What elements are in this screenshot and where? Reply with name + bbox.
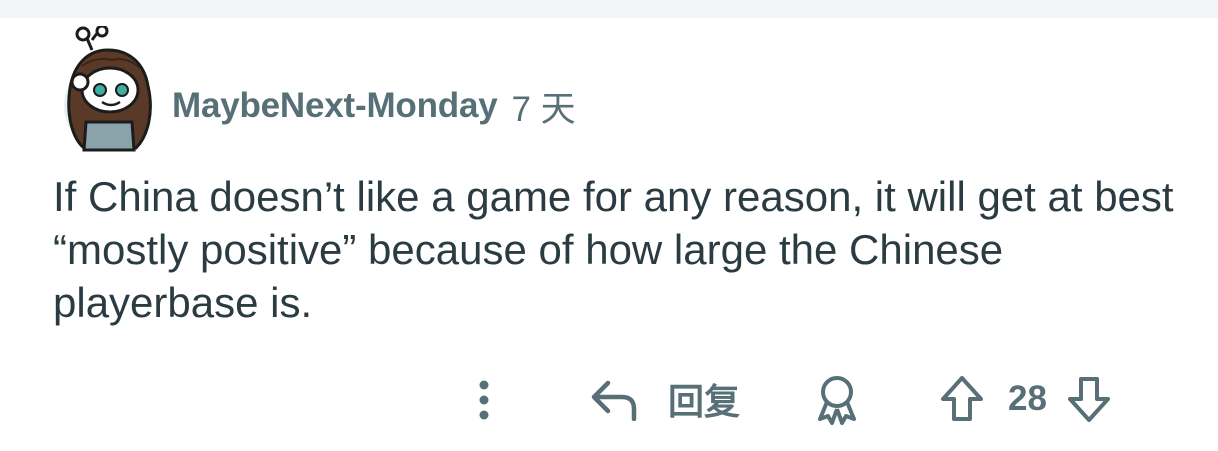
more-vertical-icon — [479, 380, 489, 420]
top-divider-strip — [0, 0, 1218, 18]
award-icon — [818, 376, 856, 425]
comment-card: MaybeNext-Monday 7 天 If China doesn’t li… — [0, 18, 1218, 451]
reply-button[interactable]: 回复 — [588, 372, 740, 426]
more-options-button[interactable] — [466, 376, 502, 424]
award-button[interactable] — [808, 372, 866, 426]
comment-action-bar: 回复 28 — [0, 368, 1218, 428]
downvote-arrow-icon[interactable] — [1065, 373, 1113, 425]
snoo-avatar-icon — [64, 26, 152, 152]
vote-score: 28 — [1008, 379, 1047, 418]
vote-group: 28 — [938, 372, 1113, 426]
reply-arrow-icon — [591, 380, 637, 421]
upvote-arrow-icon[interactable] — [938, 373, 986, 425]
reply-label: 回复 — [668, 381, 741, 422]
author-username[interactable]: MaybeNext-Monday — [172, 86, 498, 126]
comment-body: If China doesn’t like a game for any rea… — [53, 173, 1174, 326]
avatar[interactable] — [52, 26, 164, 152]
comment-timestamp: 7 天 — [511, 89, 576, 129]
comment-header: MaybeNext-Monday 7 天 — [52, 18, 576, 158]
